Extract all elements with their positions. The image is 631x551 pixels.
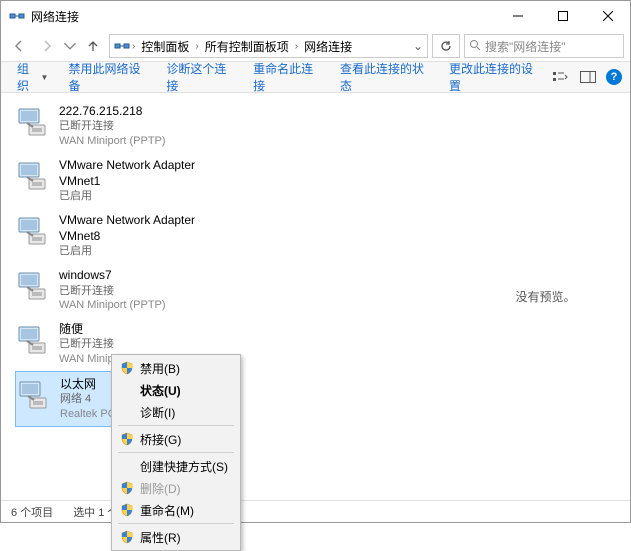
menu-item: 删除(D) bbox=[114, 477, 238, 499]
connection-device: Realtek PCI bbox=[60, 407, 119, 422]
menu-item-label: 禁用(B) bbox=[140, 360, 180, 377]
menu-item-label: 状态(U) bbox=[140, 382, 181, 399]
chevron-right-icon: › bbox=[132, 41, 135, 52]
connection-item[interactable]: 222.76.215.218 已断开连接 WAN Miniport (PPTP) bbox=[15, 99, 215, 153]
window-title: 网络连接 bbox=[31, 8, 495, 25]
connection-name: 以太网 bbox=[60, 376, 119, 392]
menu-item[interactable]: 创建快捷方式(S) bbox=[114, 455, 238, 477]
search-icon bbox=[469, 39, 481, 54]
menu-item-label: 属性(R) bbox=[140, 529, 181, 546]
back-button[interactable] bbox=[7, 34, 31, 58]
organize-button[interactable]: 组织▼ bbox=[9, 62, 56, 92]
menu-item-label: 诊断(I) bbox=[140, 404, 175, 421]
menu-item[interactable]: 状态(U) bbox=[114, 379, 238, 401]
menu-item[interactable]: 桥接(G) bbox=[114, 428, 238, 450]
toolbar-settings[interactable]: 更改此连接的设置 bbox=[441, 62, 546, 92]
search-placeholder: 搜索"网络连接" bbox=[485, 38, 566, 55]
search-input[interactable]: 搜索"网络连接" bbox=[464, 34, 624, 58]
content-area: 222.76.215.218 已断开连接 WAN Miniport (PPTP)… bbox=[1, 93, 630, 500]
connection-item[interactable]: VMware Network Adapter VMnet1 已启用 bbox=[15, 153, 215, 208]
connection-name: VMware Network Adapter VMnet1 bbox=[59, 157, 215, 189]
status-bar: 6 个项目 选中 1 个项 bbox=[1, 500, 630, 522]
connection-name: VMware Network Adapter VMnet8 bbox=[59, 212, 215, 244]
toolbar-disable[interactable]: 禁用此网络设备 bbox=[60, 62, 154, 92]
network-adapter-icon bbox=[15, 103, 51, 139]
app-icon bbox=[9, 8, 25, 24]
breadcrumb[interactable]: › 控制面板 › 所有控制面板项 › 网络连接 ⌄ bbox=[109, 34, 428, 58]
connection-device: WAN Miniport (PPTP) bbox=[59, 134, 166, 149]
location-icon bbox=[114, 38, 130, 54]
close-button[interactable] bbox=[585, 1, 630, 31]
chevron-down-icon[interactable]: ⌄ bbox=[413, 39, 423, 53]
item-count: 6 个项目 bbox=[11, 504, 53, 520]
menu-item[interactable]: 诊断(I) bbox=[114, 401, 238, 423]
connection-item[interactable]: VMware Network Adapter VMnet8 已启用 bbox=[15, 208, 215, 263]
maximize-button[interactable] bbox=[540, 1, 585, 31]
preview-pane: 没有预览。 bbox=[461, 93, 630, 500]
menu-separator bbox=[118, 425, 234, 426]
connection-status: 已启用 bbox=[59, 244, 215, 259]
chevron-right-icon: › bbox=[195, 41, 198, 52]
toolbar-status[interactable]: 查看此连接的状态 bbox=[332, 62, 437, 92]
minimize-button[interactable] bbox=[495, 1, 540, 31]
up-button[interactable] bbox=[81, 34, 105, 58]
toolbar-diagnose[interactable]: 诊断这个连接 bbox=[158, 62, 241, 92]
breadcrumb-item[interactable]: 所有控制面板项 bbox=[201, 38, 293, 55]
shield-icon bbox=[120, 530, 134, 544]
menu-item-label: 重命名(M) bbox=[140, 502, 194, 519]
menu-separator bbox=[118, 452, 234, 453]
connection-status: 已启用 bbox=[59, 189, 215, 204]
breadcrumb-item[interactable]: 网络连接 bbox=[300, 38, 356, 55]
connection-status: 已断开连接 bbox=[59, 284, 166, 299]
toolbar: 组织▼ 禁用此网络设备 诊断这个连接 重命名此连接 查看此连接的状态 更改此连接… bbox=[1, 61, 630, 93]
connection-status: 已断开连接 bbox=[59, 337, 166, 352]
shield-icon bbox=[120, 361, 134, 375]
network-adapter-icon bbox=[15, 157, 51, 193]
chevron-down-icon: ▼ bbox=[41, 73, 49, 82]
connection-name: windows7 bbox=[59, 267, 166, 283]
menu-item[interactable]: 属性(R) bbox=[114, 526, 238, 548]
network-adapter-icon bbox=[16, 376, 52, 412]
refresh-button[interactable] bbox=[432, 34, 460, 58]
menu-separator bbox=[118, 523, 234, 524]
connection-name: 随便 bbox=[59, 321, 166, 337]
view-options-button[interactable] bbox=[550, 67, 570, 87]
recent-dropdown[interactable] bbox=[63, 34, 77, 58]
title-bar: 网络连接 bbox=[1, 1, 630, 31]
connection-name: 222.76.215.218 bbox=[59, 103, 166, 119]
menu-item[interactable]: 重命名(M) bbox=[114, 499, 238, 521]
chevron-right-icon: › bbox=[295, 41, 298, 52]
preview-pane-button[interactable] bbox=[578, 67, 598, 87]
network-adapter-icon bbox=[15, 267, 51, 303]
context-menu: 禁用(B) 状态(U) 诊断(I) 桥接(G) 创建快捷方式(S) 删除(D) 重命名(M)… bbox=[111, 354, 241, 551]
connection-status: 已断开连接 bbox=[59, 119, 166, 134]
shield-icon bbox=[120, 432, 134, 446]
shield-icon bbox=[120, 503, 134, 517]
shield-icon bbox=[120, 481, 134, 495]
menu-item-label: 删除(D) bbox=[140, 480, 181, 497]
menu-item[interactable]: 禁用(B) bbox=[114, 357, 238, 379]
navigation-bar: › 控制面板 › 所有控制面板项 › 网络连接 ⌄ 搜索"网络连接" bbox=[1, 31, 630, 61]
connection-item[interactable]: windows7 已断开连接 WAN Miniport (PPTP) bbox=[15, 263, 215, 317]
menu-item-label: 创建快捷方式(S) bbox=[140, 458, 228, 475]
connection-status: 网络 4 bbox=[60, 392, 119, 407]
network-adapter-icon bbox=[15, 212, 51, 248]
forward-button[interactable] bbox=[35, 34, 59, 58]
network-adapter-icon bbox=[15, 321, 51, 357]
toolbar-rename[interactable]: 重命名此连接 bbox=[245, 62, 328, 92]
menu-item-label: 桥接(G) bbox=[140, 431, 181, 448]
connection-device: WAN Miniport (PPTP) bbox=[59, 298, 166, 313]
breadcrumb-item[interactable]: 控制面板 bbox=[137, 38, 193, 55]
help-button[interactable]: ? bbox=[606, 69, 622, 85]
